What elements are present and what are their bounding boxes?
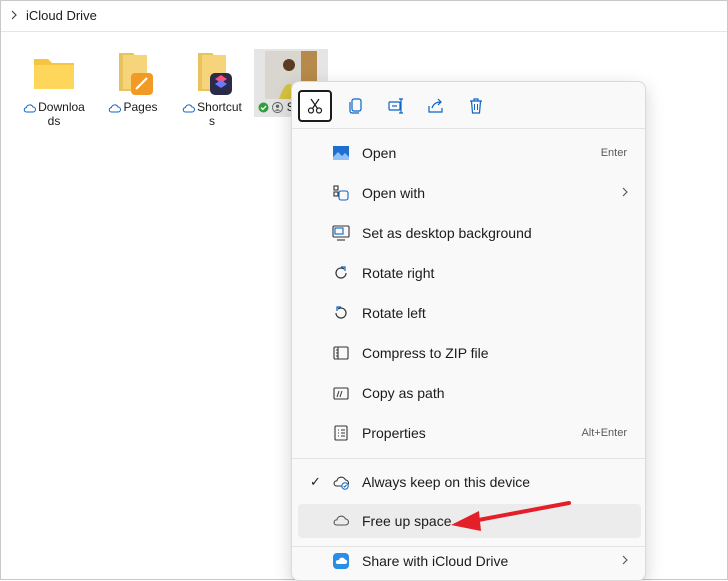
menu-divider (292, 128, 645, 129)
menu-item-open[interactable]: Open Enter (298, 136, 641, 170)
cloud-status-icon (23, 104, 37, 113)
delete-icon (470, 98, 482, 114)
open-with-icon (333, 185, 349, 201)
file-item-downloads[interactable]: Downloa ds (17, 49, 91, 128)
pages-folder-icon (119, 53, 153, 95)
shortcuts-folder-icon (198, 53, 232, 95)
file-item-pages[interactable]: Pages (96, 49, 170, 127)
annotation-arrow-icon (451, 501, 571, 531)
rename-button[interactable] (379, 90, 413, 122)
menu-item-rotate-left[interactable]: Rotate left (298, 296, 641, 330)
chevron-right-icon (622, 187, 628, 197)
share-icon (428, 98, 443, 113)
cloud-icon (333, 515, 349, 526)
menu-item-open-with[interactable]: Open with (298, 176, 641, 210)
menu-divider (292, 458, 645, 459)
checkmark-icon: ✓ (310, 474, 321, 489)
cut-icon (307, 98, 323, 114)
file-item-shortcuts[interactable]: Shortcut s (175, 49, 249, 128)
menu-item-share-icloud[interactable]: Share with iCloud Drive (298, 544, 641, 578)
menu-item-copy-as-path[interactable]: Copy as path (298, 376, 641, 410)
breadcrumb-bar: iCloud Drive (1, 1, 727, 32)
rename-icon (388, 98, 403, 114)
synced-check-icon (258, 102, 269, 113)
cloud-status-icon (182, 104, 196, 113)
chevron-right-icon (622, 555, 628, 565)
zip-icon (333, 346, 349, 360)
menu-item-always-keep[interactable]: ✓ Always keep on this device (298, 465, 641, 499)
menu-item-set-desktop-background[interactable]: Set as desktop background (298, 216, 641, 250)
icloud-icon (333, 553, 349, 569)
file-label: Shortcut s (175, 100, 249, 128)
image-icon (333, 146, 349, 160)
person-icon (272, 102, 284, 113)
desktop-background-icon (332, 225, 350, 241)
share-button[interactable] (419, 90, 453, 122)
menu-item-compress-zip[interactable]: Compress to ZIP file (298, 336, 641, 370)
cloud-sync-icon (333, 476, 349, 490)
copy-icon (349, 98, 362, 114)
rotate-right-icon (335, 266, 347, 279)
folder-icon (34, 59, 74, 89)
rotate-left-icon (335, 306, 347, 319)
delete-button[interactable] (459, 90, 493, 122)
cut-button[interactable] (298, 90, 332, 122)
file-label: Pages (96, 100, 170, 114)
context-menu-toolbar (292, 82, 645, 128)
properties-icon (334, 425, 348, 441)
breadcrumb-location[interactable]: iCloud Drive (26, 8, 97, 23)
copy-button[interactable] (339, 90, 373, 122)
menu-item-properties[interactable]: Properties Alt+Enter (298, 416, 641, 450)
cloud-status-icon (109, 104, 122, 113)
copy-path-icon (333, 387, 349, 400)
menu-item-rotate-right[interactable]: Rotate right (298, 256, 641, 290)
chevron-right-icon[interactable] (10, 10, 18, 20)
file-label: Downloa ds (17, 100, 91, 128)
